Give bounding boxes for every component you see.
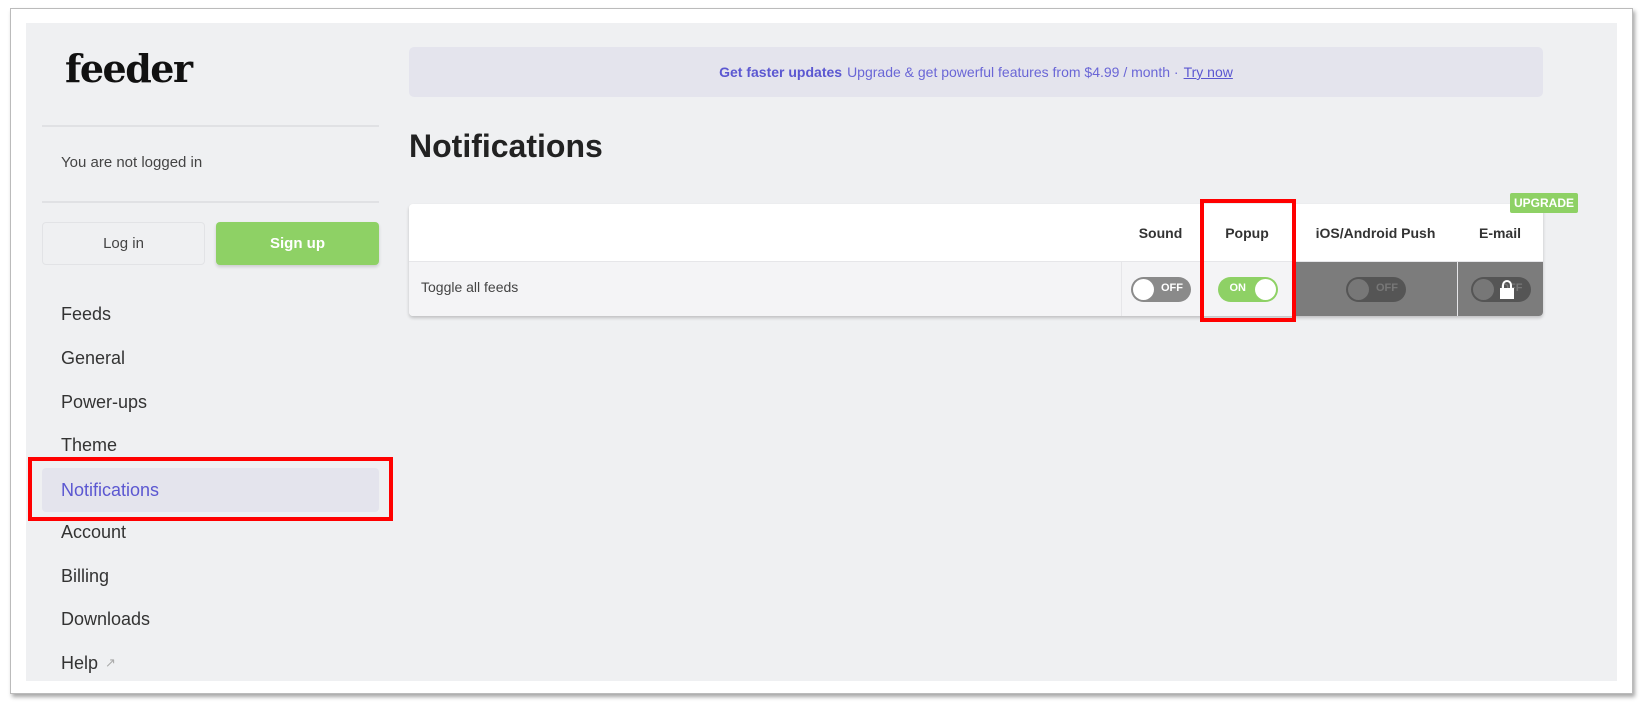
- row-label: Toggle all feeds: [421, 279, 519, 295]
- banner-text: Upgrade & get powerful features from $4.…: [847, 64, 1179, 80]
- table-row: Toggle all feeds OFF ON OFF OFF: [409, 261, 1543, 316]
- feeder-logo[interactable]: feeder: [65, 46, 193, 91]
- login-button[interactable]: Log in: [42, 222, 205, 265]
- sidebar-item-general[interactable]: General: [42, 336, 379, 380]
- highlight-box: [28, 457, 393, 521]
- sidebar-item-help[interactable]: Help ↗: [42, 641, 379, 685]
- help-label: Help: [61, 652, 99, 673]
- banner-title: Get faster updates: [719, 64, 843, 80]
- toggle-text: OFF: [1376, 282, 1398, 294]
- sidebar-item-feeds[interactable]: Feeds: [42, 292, 379, 336]
- highlight-box: [1200, 199, 1296, 322]
- divider: [42, 125, 379, 127]
- divider: [42, 201, 379, 203]
- push-toggle[interactable]: OFF: [1346, 277, 1406, 302]
- login-status: You are not logged in: [61, 154, 203, 171]
- notifications-table: Sound Popup iOS/Android Push E-mail Togg…: [409, 204, 1543, 316]
- sidebar-item-billing[interactable]: Billing: [42, 554, 379, 598]
- sound-toggle[interactable]: OFF: [1131, 277, 1191, 302]
- toggle-text: OFF: [1161, 282, 1183, 294]
- sidebar-item-downloads[interactable]: Downloads: [42, 597, 379, 641]
- column-header-push: iOS/Android Push: [1315, 224, 1436, 241]
- email-toggle[interactable]: OFF: [1470, 277, 1531, 302]
- sidebar-item-power-ups[interactable]: Power-ups: [42, 380, 379, 424]
- lock-icon: [1499, 280, 1514, 299]
- signup-button[interactable]: Sign up: [216, 222, 379, 265]
- external-link-icon: ↗: [105, 655, 116, 670]
- upgrade-badge[interactable]: UPGRADE: [1510, 193, 1579, 213]
- page-title: Notifications: [409, 128, 603, 164]
- column-header-sound: Sound: [1138, 224, 1183, 241]
- upgrade-banner: Get faster updates Upgrade & get powerfu…: [409, 47, 1543, 97]
- try-now-link[interactable]: Try now: [1184, 64, 1233, 80]
